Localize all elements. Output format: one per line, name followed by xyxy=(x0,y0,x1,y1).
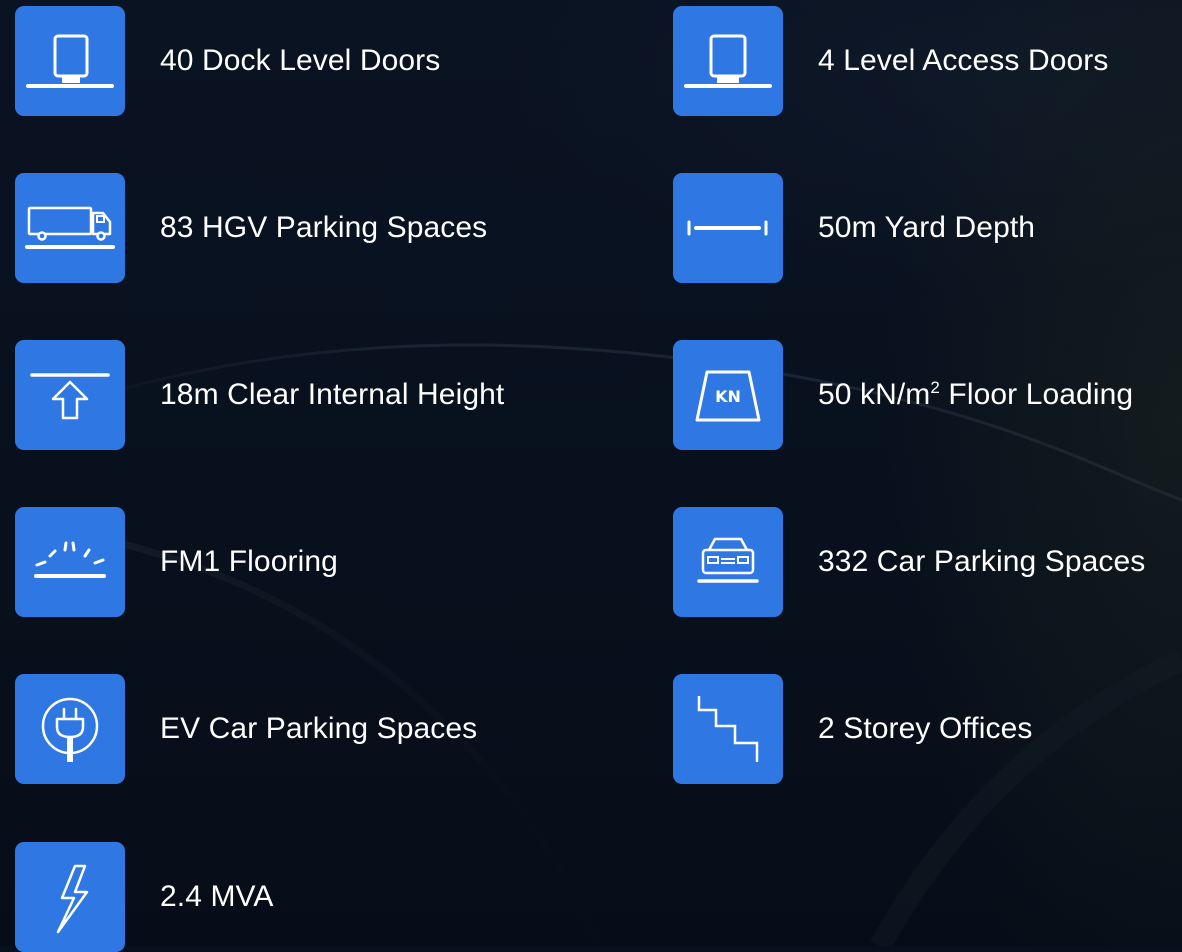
feature-label: 50 kN/m2 Floor Loading xyxy=(818,378,1133,412)
feature-label: 18m Clear Internal Height xyxy=(160,378,505,411)
feature-clear-internal-height: 18m Clear Internal Height xyxy=(15,340,504,450)
feature-label-main: 50 kN/m xyxy=(818,378,931,411)
flooring-icon xyxy=(34,541,106,578)
feature-icon-tile xyxy=(15,340,125,450)
truck-icon xyxy=(25,206,115,249)
feature-label: 4 Level Access Doors xyxy=(818,44,1109,77)
feature-icon-tile xyxy=(673,173,783,283)
feature-icon-tile xyxy=(15,674,125,784)
kn-weight-icon: KN xyxy=(695,370,761,422)
feature-ev-parking: EV Car Parking Spaces xyxy=(15,674,477,784)
car-icon xyxy=(697,537,759,583)
feature-storey-offices: 2 Storey Offices xyxy=(673,674,1032,784)
feature-label: 2 Storey Offices xyxy=(818,712,1033,745)
feature-floor-loading: KN 50 kN/m2 Floor Loading xyxy=(673,340,1133,450)
yard-depth-icon xyxy=(687,220,768,236)
ev-plug-icon xyxy=(41,697,99,762)
feature-label-suffix: Floor Loading xyxy=(939,378,1134,411)
lightning-icon xyxy=(56,864,89,934)
feature-yard-depth: 50m Yard Depth xyxy=(673,173,1035,283)
feature-label-superscript: 2 xyxy=(930,378,940,397)
feature-label: 40 Dock Level Doors xyxy=(160,44,441,77)
stairs-icon xyxy=(697,696,759,762)
feature-label: 83 HGV Parking Spaces xyxy=(160,211,488,244)
background-curves xyxy=(0,343,1182,946)
feature-icon-tile xyxy=(673,507,783,617)
feature-power-supply: 2.4 MVA xyxy=(15,842,274,952)
feature-car-parking: 332 Car Parking Spaces xyxy=(673,507,1145,617)
feature-icon-tile xyxy=(673,674,783,784)
feature-fm1-flooring: FM1 Flooring xyxy=(15,507,338,617)
feature-dock-level-doors: 40 Dock Level Doors xyxy=(15,6,440,116)
height-arrow-icon xyxy=(30,373,110,420)
feature-label: 50m Yard Depth xyxy=(818,211,1036,244)
feature-icon-tile xyxy=(673,6,783,116)
feature-icon-tile xyxy=(15,173,125,283)
kn-icon-text: KN xyxy=(715,387,741,406)
level-access-door-icon xyxy=(684,34,772,88)
feature-label: EV Car Parking Spaces xyxy=(160,712,478,745)
background xyxy=(0,0,1182,946)
feature-level-access-doors: 4 Level Access Doors xyxy=(673,6,1108,116)
feature-icon-tile: KN xyxy=(673,340,783,450)
feature-label: 332 Car Parking Spaces xyxy=(818,545,1146,578)
feature-icon-tile xyxy=(15,507,125,617)
feature-label: 2.4 MVA xyxy=(160,880,274,913)
feature-icon-tile xyxy=(15,842,125,952)
dock-door-icon xyxy=(26,34,114,88)
feature-icon-tile xyxy=(15,6,125,116)
feature-label: FM1 Flooring xyxy=(160,545,338,578)
feature-hgv-parking: 83 HGV Parking Spaces xyxy=(15,173,487,283)
